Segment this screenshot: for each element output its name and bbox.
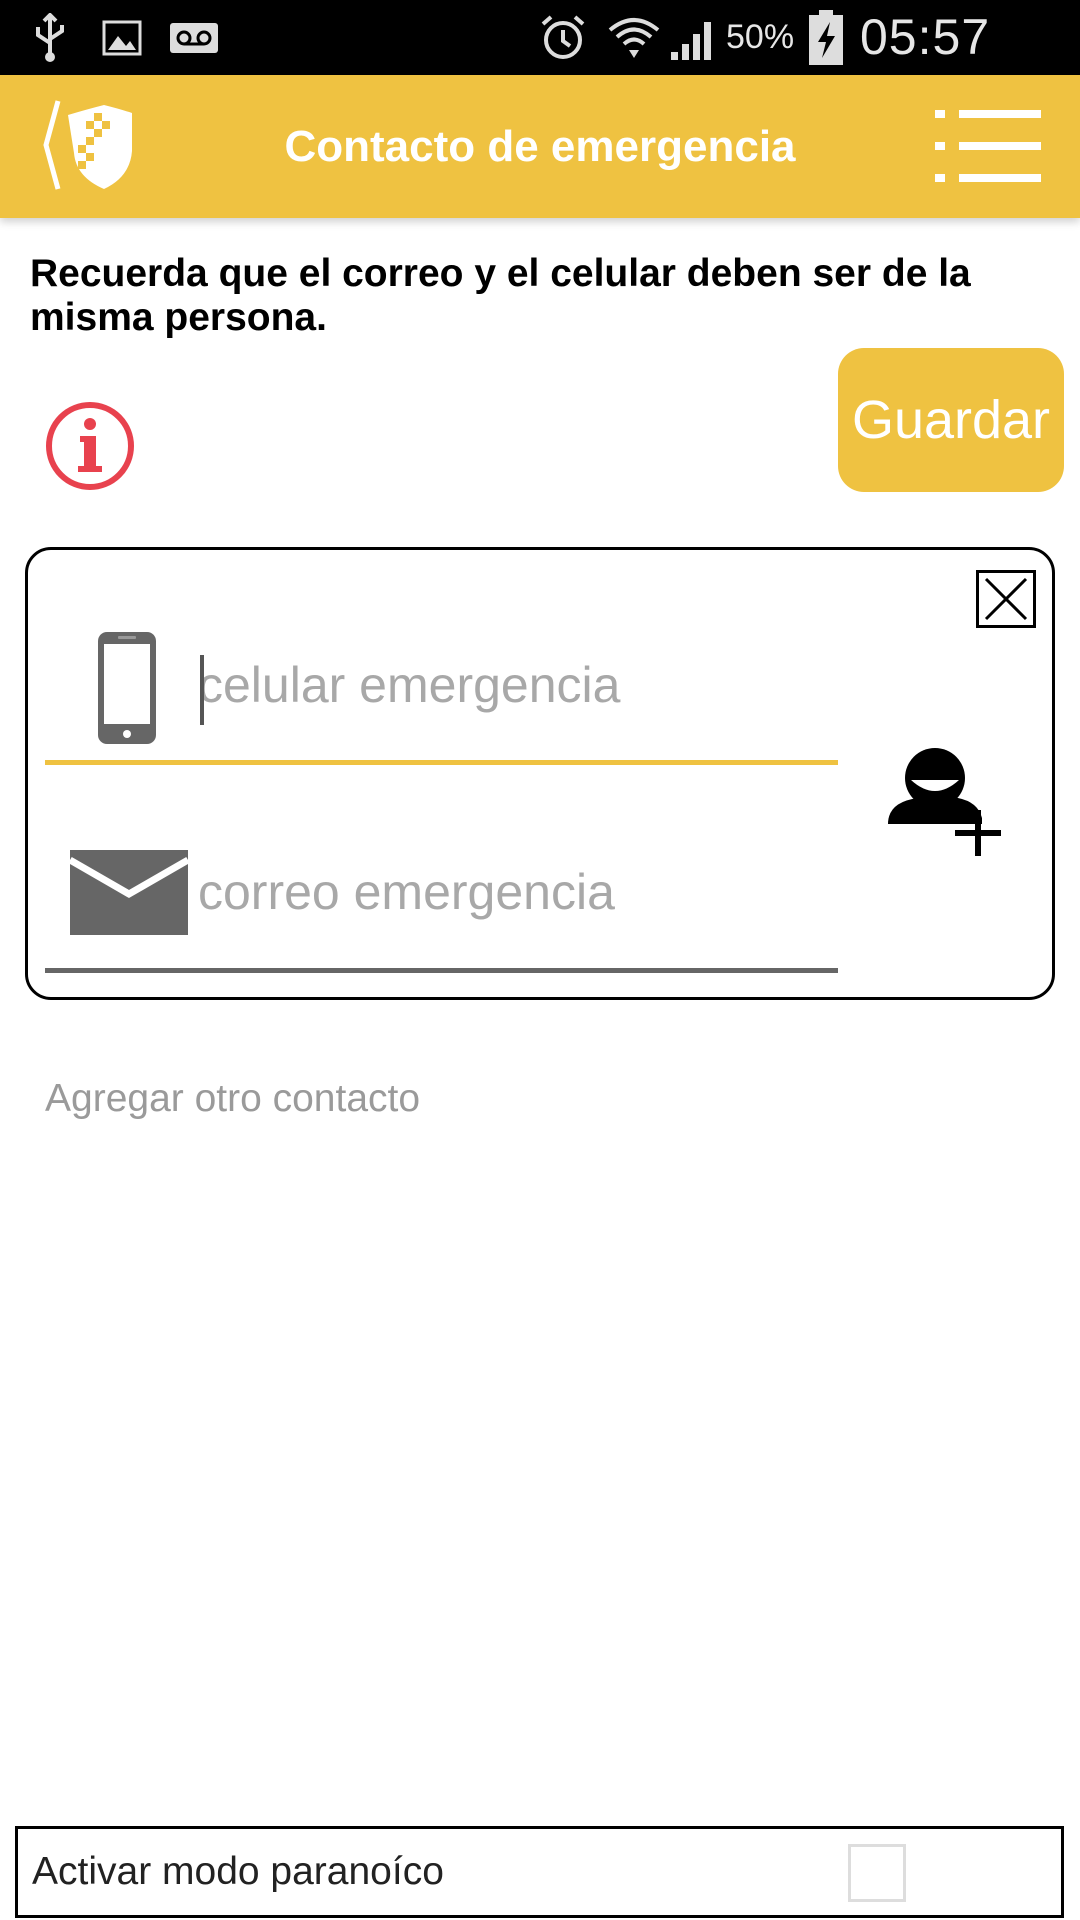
email-input[interactable] (198, 852, 838, 932)
wifi-icon (604, 10, 664, 66)
info-icon[interactable] (44, 400, 136, 492)
text-cursor (200, 655, 204, 725)
voicemail-icon (168, 10, 220, 66)
paranoid-mode-label: Activar modo paranoíco (32, 1850, 444, 1893)
battery-icon (806, 10, 846, 66)
menu-button[interactable] (935, 110, 1041, 182)
add-contact-button[interactable] (878, 740, 1028, 870)
status-bar: 50% 05:57 PM (0, 0, 1080, 140)
image-icon (100, 10, 144, 66)
close-icon (984, 577, 1028, 621)
remove-contact-button[interactable] (976, 570, 1036, 628)
battery-percent: 50% (726, 18, 795, 56)
alarm-icon (538, 10, 588, 66)
phone-input[interactable] (198, 645, 838, 725)
clock: 05:57 PM (860, 9, 991, 140)
envelope-icon (68, 850, 190, 935)
add-contact-icon (888, 748, 1001, 856)
save-button[interactable]: Guardar (838, 348, 1064, 492)
app-header: Contacto de emergencia (0, 75, 1080, 218)
menu-list-icon (935, 110, 1041, 182)
emergency-contact-card (25, 547, 1055, 1000)
phone-input-underline (45, 760, 838, 765)
notice-text: Recuerda que el correo y el celular debe… (30, 252, 971, 339)
add-another-contact-link[interactable]: Agregar otro contacto (45, 1077, 420, 1121)
paranoid-mode-row[interactable]: Activar modo paranoíco (15, 1826, 1064, 1918)
signal-icon (668, 10, 720, 66)
page-title: Contacto de emergencia (284, 122, 796, 171)
usb-icon (30, 10, 70, 66)
email-input-underline (45, 968, 838, 973)
smartphone-icon (96, 630, 158, 746)
paranoid-mode-checkbox[interactable] (848, 1844, 906, 1902)
